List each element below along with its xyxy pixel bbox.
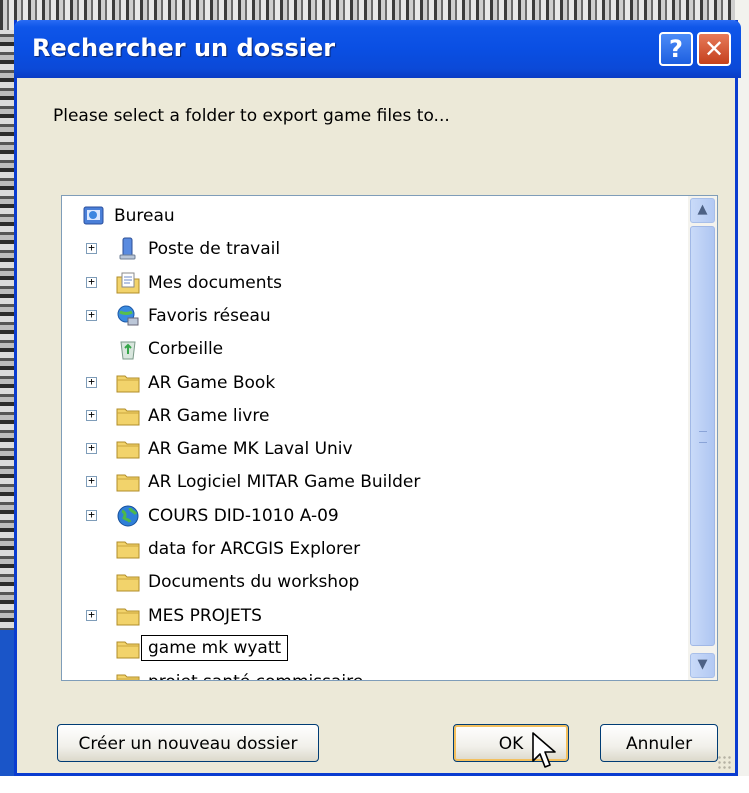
window-title: Rechercher un dossier [32, 34, 336, 62]
tree-item[interactable]: + Favoris réseau [62, 300, 688, 333]
tree-item-label: data for ARCGIS Explorer [148, 539, 361, 559]
desktop-icon [82, 204, 106, 228]
tree-item[interactable]: Corbeille [62, 333, 688, 366]
folder-icon [116, 470, 140, 494]
folder-icon [116, 604, 140, 628]
scroll-down-button[interactable]: ▼ [690, 653, 715, 678]
tree-item[interactable]: + AR Game MK Laval Univ [62, 433, 688, 466]
tree-item[interactable]: Documents du workshop [62, 566, 688, 599]
tree-item-label: AR Game MK Laval Univ [148, 439, 353, 460]
folder-tree[interactable]: Bureau + Poste de travail + Mes documents + Fa… [61, 195, 718, 681]
scroll-up-button[interactable]: ▲ [690, 198, 715, 223]
tree-item[interactable]: + AR Game Book [62, 367, 688, 400]
desktop-background-bottom [0, 776, 749, 793]
title-bar[interactable]: Rechercher un dossier ? ✕ [14, 20, 741, 78]
expand-icon[interactable]: + [86, 242, 97, 255]
cancel-button[interactable]: Annuler [600, 724, 718, 762]
help-button[interactable]: ? [659, 32, 693, 66]
thumb-grip-icon [699, 431, 707, 443]
tree-item-label: Documents du workshop [148, 572, 360, 593]
instruction-text: Please select a folder to export game fi… [53, 106, 450, 126]
tree-item-label: Favoris réseau [148, 305, 271, 326]
scrollbar-thumb[interactable] [690, 226, 715, 646]
expand-icon[interactable]: + [86, 309, 97, 321]
tree-item-label: projet santé commissaire [148, 672, 363, 680]
desktop-taskbar-edge [0, 630, 14, 780]
tree-item[interactable]: game mk wyatt [62, 633, 688, 666]
folder-icon [116, 371, 140, 395]
tree-item[interactable]: data for ARCGIS Explorer [62, 533, 688, 566]
expand-icon[interactable]: + [86, 409, 97, 421]
recycle-bin-icon [116, 337, 140, 361]
tree-item-label: Poste de travail [148, 239, 281, 260]
folder-tree-list: Bureau + Poste de travail + Mes documents + Fa… [62, 196, 688, 680]
tree-item-label: AR Game Book [148, 372, 276, 393]
vertical-scrollbar[interactable]: ▲ ▼ [688, 196, 717, 680]
tree-item-label: Bureau [114, 206, 175, 226]
new-folder-button[interactable]: Créer un nouveau dossier [57, 724, 319, 762]
expand-icon[interactable]: + [86, 442, 97, 455]
tree-item-label: MES PROJETS [148, 605, 262, 626]
mouse-cursor-icon [532, 732, 556, 768]
expand-icon[interactable]: + [86, 475, 97, 488]
expand-icon[interactable]: + [86, 509, 97, 521]
browse-folder-dialog: Rechercher un dossier ? ✕ Please select … [14, 20, 741, 776]
folder-icon [116, 437, 140, 461]
tree-item-label: AR Game livre [148, 405, 270, 426]
folder-icon [116, 637, 140, 661]
documents-folder-icon [116, 271, 140, 295]
tree-item-label: Corbeille [148, 339, 224, 360]
tree-item[interactable]: + Poste de travail [62, 233, 688, 266]
tree-item[interactable]: + COURS DID-1010 A-09 [62, 500, 688, 533]
folder-icon [116, 570, 140, 594]
tree-item[interactable]: + AR Game livre [62, 400, 688, 433]
expand-icon[interactable]: + [86, 609, 97, 621]
close-button[interactable]: ✕ [697, 32, 731, 66]
tree-item[interactable]: Bureau [62, 200, 688, 233]
resize-grip[interactable] [717, 755, 731, 769]
tree-item-label: AR Logiciel MITAR Game Builder [148, 472, 421, 493]
expand-icon[interactable]: + [86, 376, 97, 388]
tree-item[interactable]: + AR Logiciel MITAR Game Builder [62, 466, 688, 499]
folder-icon [116, 537, 140, 561]
folder-icon [116, 404, 140, 428]
tree-item[interactable]: + MES PROJETS [62, 600, 688, 633]
desktop-background-left [0, 30, 14, 730]
folder-icon [116, 670, 140, 680]
tree-item[interactable]: + Mes documents [62, 267, 688, 300]
globe-icon [116, 504, 140, 528]
tree-item[interactable]: projet santé commissaire [62, 666, 688, 680]
network-icon [116, 304, 140, 328]
tree-item-label: Mes documents [148, 272, 283, 293]
expand-icon[interactable]: + [86, 276, 97, 288]
tree-item-label: COURS DID-1010 A-09 [148, 505, 339, 526]
computer-icon [116, 237, 140, 261]
rename-field[interactable]: game mk wyatt [141, 634, 289, 661]
